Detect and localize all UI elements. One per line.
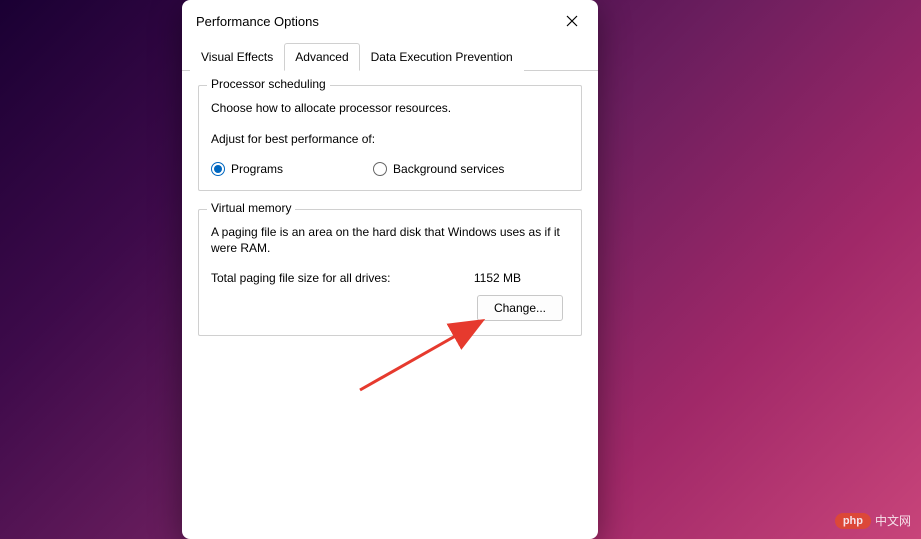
radio-background-services[interactable]: Background services bbox=[373, 162, 504, 176]
radio-background-label: Background services bbox=[393, 162, 504, 176]
watermark-text: 中文网 bbox=[875, 512, 911, 529]
titlebar: Performance Options bbox=[182, 0, 598, 42]
performance-options-dialog: Performance Options Visual Effects Advan… bbox=[182, 0, 598, 539]
radio-programs-label: Programs bbox=[231, 162, 283, 176]
window-title: Performance Options bbox=[196, 14, 319, 29]
processor-scheduling-group: Processor scheduling Choose how to alloc… bbox=[198, 85, 582, 191]
radio-background-indicator bbox=[373, 162, 387, 176]
paging-size-row: Total paging file size for all drives: 1… bbox=[211, 271, 569, 285]
close-button[interactable] bbox=[558, 7, 586, 35]
paging-size-value: 1152 MB bbox=[474, 271, 569, 285]
processor-description: Choose how to allocate processor resourc… bbox=[211, 100, 569, 117]
processor-group-legend: Processor scheduling bbox=[207, 77, 330, 91]
watermark-brand: php bbox=[835, 513, 871, 529]
close-icon bbox=[566, 15, 578, 27]
radio-programs-indicator bbox=[211, 162, 225, 176]
virtual-memory-description: A paging file is an area on the hard dis… bbox=[211, 224, 569, 258]
tab-visual-effects[interactable]: Visual Effects bbox=[190, 43, 284, 71]
virtual-memory-legend: Virtual memory bbox=[207, 201, 295, 215]
dialog-content: Processor scheduling Choose how to alloc… bbox=[182, 71, 598, 539]
change-button[interactable]: Change... bbox=[477, 295, 563, 321]
tab-dep[interactable]: Data Execution Prevention bbox=[360, 43, 524, 71]
change-button-row: Change... bbox=[211, 295, 569, 321]
watermark: php 中文网 bbox=[835, 512, 911, 529]
virtual-memory-group: Virtual memory A paging file is an area … bbox=[198, 209, 582, 337]
processor-adjust-label: Adjust for best performance of: bbox=[211, 131, 569, 148]
radio-programs[interactable]: Programs bbox=[211, 162, 283, 176]
tab-advanced[interactable]: Advanced bbox=[284, 43, 359, 71]
paging-size-label: Total paging file size for all drives: bbox=[211, 271, 474, 285]
processor-radio-row: Programs Background services bbox=[211, 162, 569, 176]
tab-bar: Visual Effects Advanced Data Execution P… bbox=[182, 42, 598, 71]
